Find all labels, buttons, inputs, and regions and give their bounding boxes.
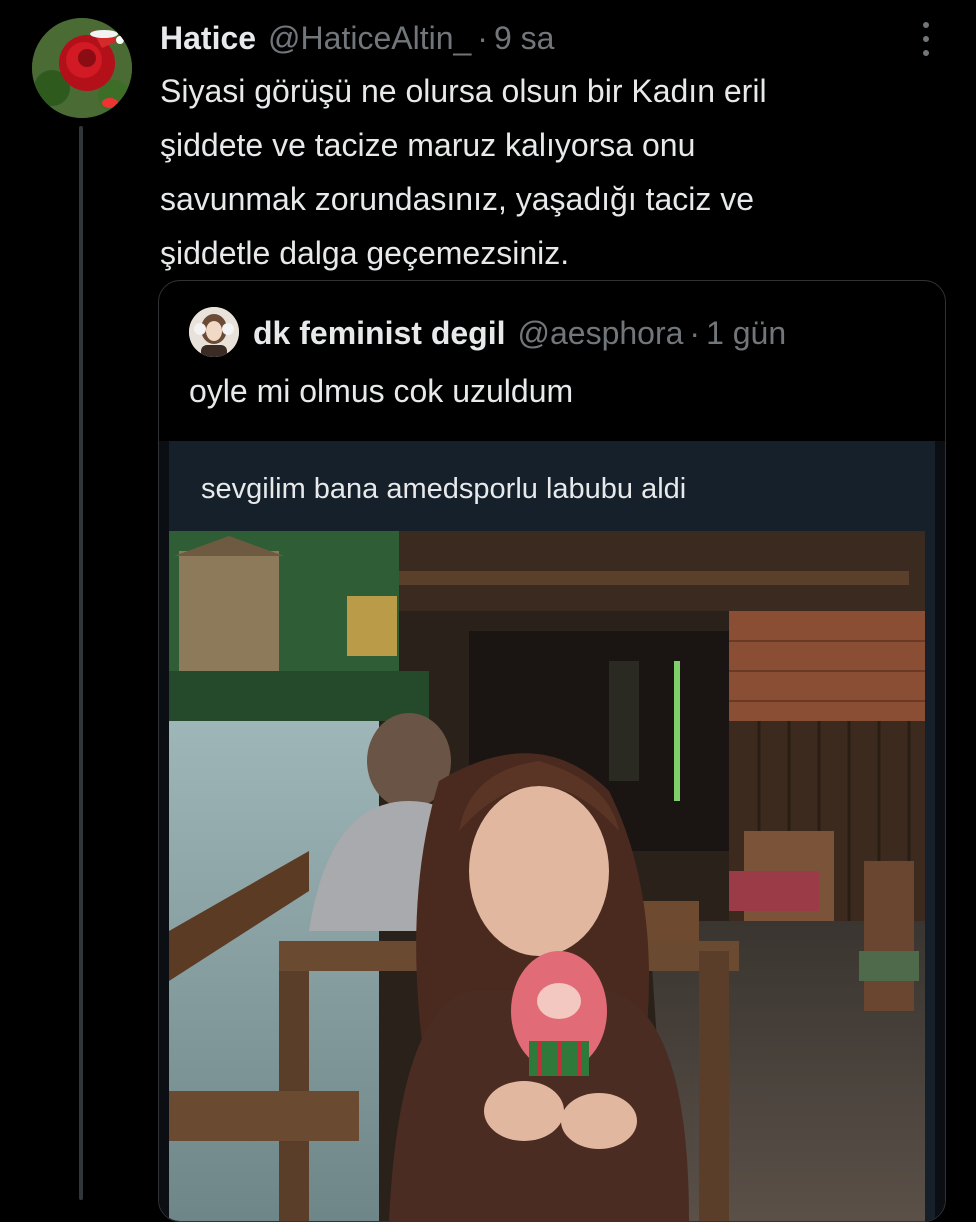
cafe-photo (169, 531, 925, 1221)
tweet-time[interactable]: 9 sa (494, 20, 554, 57)
quote-header: dk feminist degil @aesphora · 1 gün (253, 311, 786, 355)
quote-media[interactable]: sevgilim bana amedsporlu labubu aldi (159, 441, 945, 1221)
tweet-header: Hatice @HaticeAltin_ · 9 sa (160, 18, 554, 58)
quote-author-avatar[interactable] (189, 307, 239, 357)
author-name[interactable]: Hatice (160, 20, 256, 57)
person-avatar-image (189, 307, 239, 357)
quote-author-name[interactable]: dk feminist degil (253, 315, 505, 352)
tweet-text: Siyasi görüşü ne olursa olsun bir Kadın … (160, 64, 920, 280)
embedded-screenshot: sevgilim bana amedsporlu labubu aldi (169, 441, 935, 1221)
separator-dot: · (689, 314, 701, 351)
quote-author-handle[interactable]: @aesphora (517, 315, 683, 352)
author-handle[interactable]: @HaticeAltin_ (268, 20, 471, 57)
quote-text: oyle mi olmus cok uzuldum (189, 373, 574, 409)
tweet-text-line: Siyasi görüşü ne olursa olsun bir Kadın … (160, 73, 767, 109)
author-avatar[interactable] (32, 18, 132, 118)
embedded-text: sevgilim bana amedsporlu labubu aldi (201, 473, 687, 505)
quote-time[interactable]: 1 gün (706, 315, 786, 352)
tweet-text-line: savunmak zorundasınız, yaşadığı taciz ve (160, 181, 755, 217)
quoted-tweet-card[interactable]: dk feminist degil @aesphora · 1 gün oyle… (158, 280, 946, 1222)
separator-dot: · (477, 19, 488, 56)
rose-avatar-image (32, 18, 132, 118)
tweet-text-line: şiddete ve tacize maruz kalıyorsa onu (160, 127, 696, 163)
thread-connector-line (79, 126, 83, 1200)
tweet-text-line: şiddetle dalga geçemezsiniz. (160, 235, 570, 271)
more-options-icon[interactable] (918, 22, 934, 56)
